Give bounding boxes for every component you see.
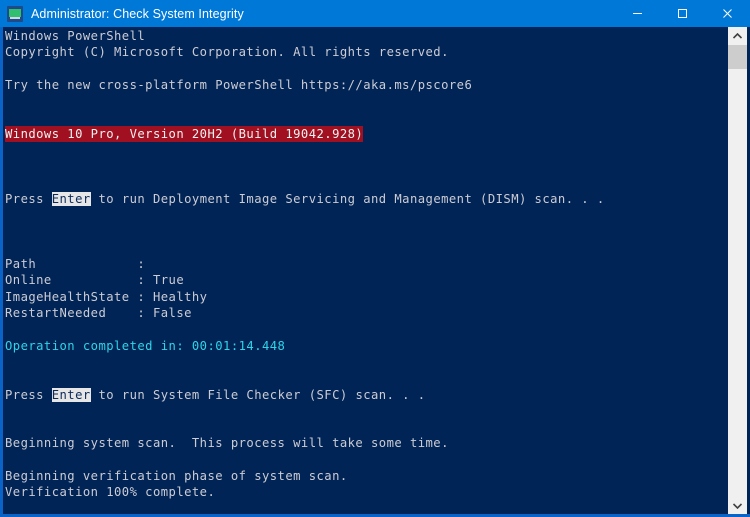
- maximize-button[interactable]: [660, 0, 705, 27]
- scroll-up-arrow-icon[interactable]: [728, 27, 747, 44]
- console-text: Press: [5, 387, 52, 402]
- console-line: Press Enter to run System File Checker (…: [5, 387, 729, 403]
- console-line: Press Enter to run Deployment Image Serv…: [5, 191, 729, 207]
- scrollbar-track[interactable]: [728, 44, 747, 497]
- console-line: Copyright (C) Microsoft Corporation. All…: [5, 45, 449, 60]
- console-line: Windows PowerShell: [5, 29, 146, 43]
- close-button[interactable]: [705, 0, 750, 27]
- console-line: Beginning system scan. This process will…: [5, 436, 449, 451]
- enter-key-highlight: Enter: [51, 191, 91, 206]
- console-line: Online : True: [5, 273, 185, 288]
- console-scrollbar[interactable]: [728, 27, 747, 514]
- console-body[interactable]: Windows PowerShell Copyright (C) Microsof…: [0, 27, 750, 517]
- console-line: Try the new cross-platform PowerShell ht…: [5, 77, 473, 92]
- window-title: Administrator: Check System Integrity: [31, 6, 244, 21]
- minimize-button[interactable]: [615, 0, 660, 27]
- console-line: Path :: [5, 257, 146, 272]
- console-line: ImageHealthState : Healthy: [5, 289, 208, 304]
- console-line: Windows 10 Pro, Version 20H2 (Build 1904…: [5, 125, 729, 142]
- window-controls: [615, 0, 750, 27]
- scrollbar-thumb[interactable]: [728, 45, 747, 69]
- powershell-window: Administrator: Check System Integrity Wi: [0, 0, 750, 517]
- powershell-console-icon: [7, 5, 23, 22]
- os-version-highlight: Windows 10 Pro, Version 20H2 (Build 1904…: [5, 125, 364, 142]
- scroll-down-arrow-icon[interactable]: [728, 497, 747, 514]
- console-text: to run Deployment Image Servicing and Ma…: [90, 191, 605, 206]
- console-output: Windows PowerShell Copyright (C) Microsof…: [5, 28, 729, 514]
- console-line: RestartNeeded : False: [5, 306, 192, 321]
- console-text: Press: [5, 191, 52, 206]
- console-line: Operation completed in: 00:01:14.448: [5, 338, 286, 353]
- console-text: to run System File Checker (SFC) scan. .…: [90, 387, 426, 402]
- enter-key-highlight: Enter: [51, 387, 91, 402]
- console-line: Beginning verification phase of system s…: [5, 469, 348, 484]
- title-bar[interactable]: Administrator: Check System Integrity: [0, 0, 750, 27]
- console-line: Verification 100% complete.: [5, 485, 216, 500]
- console-screen[interactable]: Windows PowerShell Copyright (C) Microsof…: [3, 27, 731, 514]
